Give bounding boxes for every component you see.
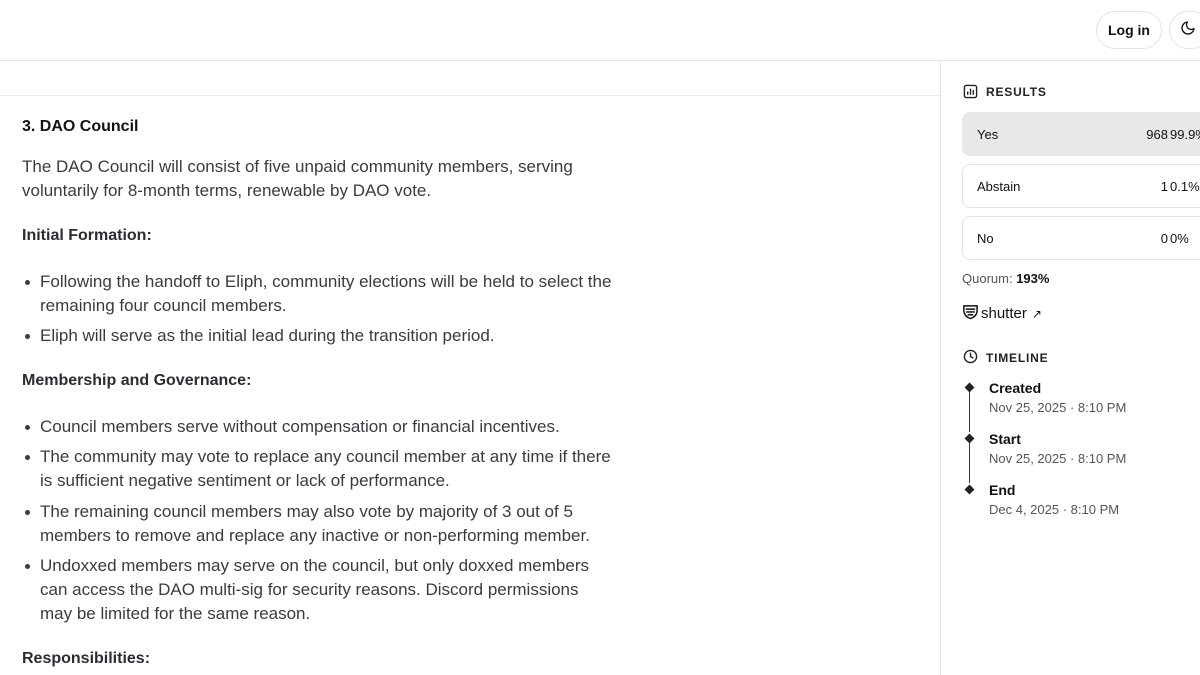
external-link-icon: ↗ xyxy=(1031,306,1042,321)
quorum-value: 193% xyxy=(1016,271,1050,286)
moon-icon xyxy=(1180,20,1196,41)
responsibilities-heading: Responsibilities: xyxy=(22,650,151,667)
timeline-start-label: Start xyxy=(989,431,1021,447)
list-item: Eliph will serve as the initial lead dur… xyxy=(22,324,612,348)
login-button[interactable]: Log in xyxy=(1096,11,1162,49)
timeline-connector xyxy=(969,390,970,432)
intro-paragraph: The DAO Council will consist of five unp… xyxy=(22,157,573,200)
quorum-label: Quorum: xyxy=(962,271,1013,286)
result-choice: Abstain xyxy=(977,179,1021,194)
timeline-connector xyxy=(969,441,970,483)
section-title: 3. DAO Council xyxy=(22,118,139,135)
timeline-marker xyxy=(964,484,975,495)
result-choice: Yes xyxy=(977,127,999,142)
theme-toggle-button[interactable] xyxy=(1169,11,1200,49)
timeline-created-date: Nov 25, 2025 · 8:10 PM xyxy=(989,400,1127,415)
sidebar: RESULTS Yes 968 99.9% Abstain 1 0.1% No … xyxy=(940,60,1200,675)
content-divider xyxy=(0,95,940,96)
list-item: Council members serve without compensati… xyxy=(22,415,612,439)
timeline-start-date: Nov 25, 2025 · 8:10 PM xyxy=(989,451,1127,466)
result-percent: 0.1% xyxy=(1170,179,1200,194)
timeline-end-label: End xyxy=(989,482,1016,498)
shutter-link[interactable]: shutter ↗ xyxy=(962,303,1042,324)
result-row-abstain: Abstain 1 0.1% xyxy=(962,164,1200,208)
list-item: The remaining council members may also v… xyxy=(22,500,612,548)
result-row-yes: Yes 968 99.9% xyxy=(962,112,1200,156)
result-row-no: No 0 0% xyxy=(962,216,1200,260)
initial-formation-heading: Initial Formation: xyxy=(22,227,152,244)
result-percent: 99.9% xyxy=(1170,127,1200,142)
result-count: 968 xyxy=(1146,127,1168,142)
timeline-marker xyxy=(964,433,975,444)
result-choice: No xyxy=(977,231,994,246)
list-item: Following the handoff to Eliph, communit… xyxy=(22,270,612,318)
result-count: 1 xyxy=(1160,179,1168,194)
timeline-created-label: Created xyxy=(989,380,1042,396)
timeline-end-date: Dec 4, 2025 · 8:10 PM xyxy=(989,502,1120,517)
results-title: RESULTS xyxy=(986,85,1047,99)
result-percent: 0% xyxy=(1170,231,1189,246)
timeline-marker xyxy=(964,382,975,393)
clock-icon xyxy=(963,349,978,369)
shutter-label: shutter xyxy=(981,305,1027,322)
result-count: 0 xyxy=(1160,231,1168,246)
membership-heading: Membership and Governance: xyxy=(22,372,252,389)
list-item: The community may vote to replace any co… xyxy=(22,445,612,493)
bar-chart-icon xyxy=(963,84,978,104)
timeline-title: TIMELINE xyxy=(986,351,1049,365)
shutter-shield-icon xyxy=(962,303,979,324)
list-item: Undoxxed members may serve on the counci… xyxy=(22,554,612,626)
top-bar: Log in xyxy=(0,0,1200,61)
quorum: Quorum: 193% xyxy=(962,271,1049,286)
